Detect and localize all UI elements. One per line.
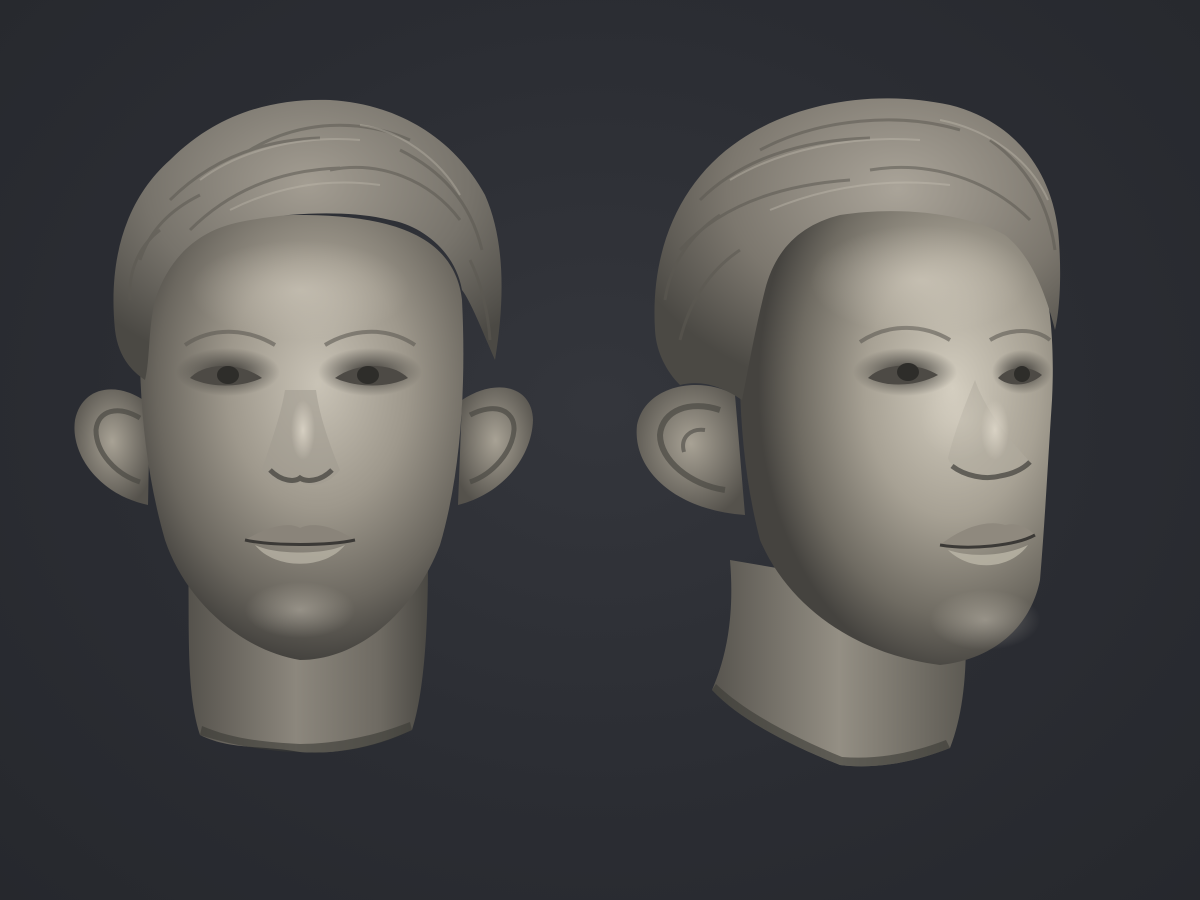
viewport bbox=[0, 0, 1200, 900]
sculpt-render bbox=[74, 98, 1061, 767]
front-ear-left bbox=[74, 389, 150, 505]
three-quarter-view-head bbox=[636, 98, 1061, 767]
front-view-head bbox=[74, 99, 533, 753]
front-ear-right bbox=[458, 387, 533, 505]
